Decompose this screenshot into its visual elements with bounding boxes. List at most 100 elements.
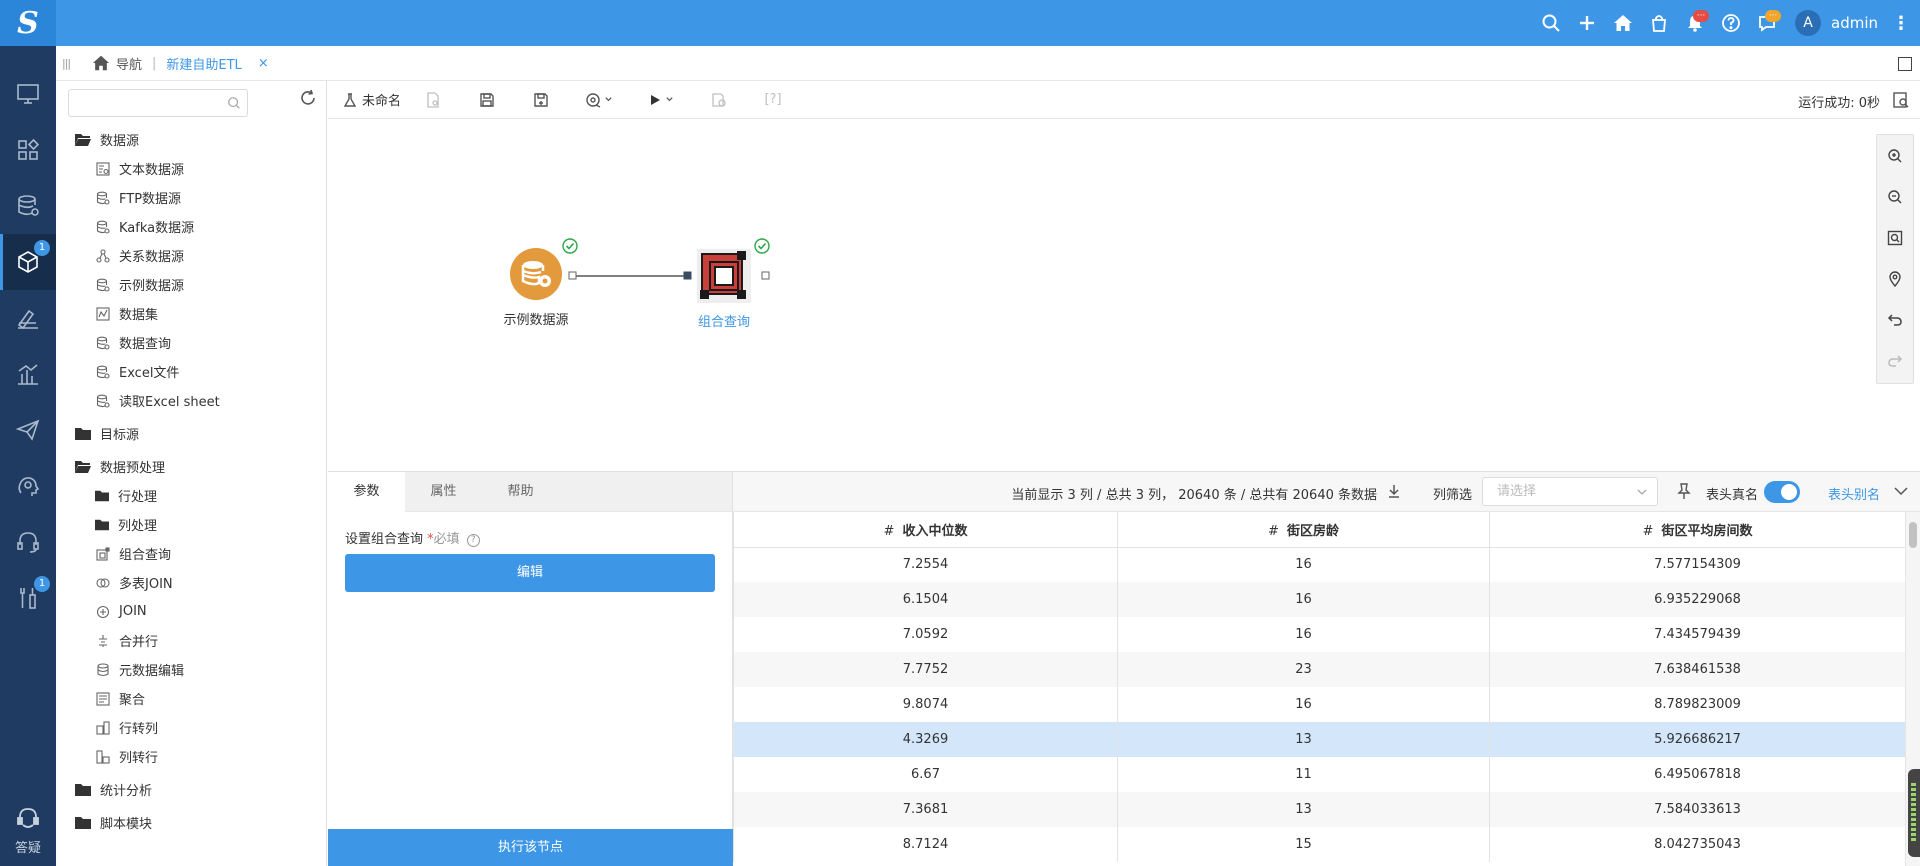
table-row[interactable]: 7.2554 16 7.577154309 xyxy=(733,547,1906,582)
tree-folder[interactable]: 统计分析 xyxy=(56,775,327,804)
pin-icon[interactable] xyxy=(1676,482,1692,500)
zoom-out-button[interactable] xyxy=(1877,176,1913,217)
question-circle-icon[interactable]: ? xyxy=(466,534,480,547)
tree-item[interactable]: JOIN xyxy=(56,597,327,626)
username[interactable]: admin xyxy=(1831,14,1878,32)
tree-item[interactable]: 多表JOIN xyxy=(56,568,327,597)
undo-button[interactable] xyxy=(1877,299,1913,340)
tree-item[interactable]: 元数据编辑 xyxy=(56,655,327,684)
tab-properties[interactable]: 属性 xyxy=(405,472,482,512)
tree-item[interactable]: 数据集 xyxy=(56,299,327,328)
tree-item[interactable]: 列处理 xyxy=(56,510,327,539)
tree-folder[interactable]: 脚本模块 xyxy=(56,808,327,837)
table-row[interactable]: 4.3269 13 5.926686217 xyxy=(733,722,1906,757)
plus-icon[interactable] xyxy=(1569,0,1605,46)
column-header[interactable]: # 街区平均房间数 xyxy=(1489,512,1906,548)
tree-search-input[interactable] xyxy=(69,90,219,116)
tree-item[interactable]: 行处理 xyxy=(56,481,327,510)
home-icon[interactable] xyxy=(1605,0,1641,46)
tree-item[interactable]: 行转列 xyxy=(56,713,327,742)
table-row[interactable]: 6.67 11 6.495067818 xyxy=(733,757,1906,792)
tree-item[interactable]: Kafka数据源 xyxy=(56,212,327,241)
help-icon[interactable] xyxy=(1713,0,1749,46)
headset-icon[interactable] xyxy=(0,514,56,570)
log-search-icon[interactable] xyxy=(1892,91,1910,109)
tree-item[interactable]: 读取Excel sheet xyxy=(56,386,327,415)
tree-item[interactable]: 聚合 xyxy=(56,684,327,713)
tree-item[interactable]: FTP数据源 xyxy=(56,183,327,212)
brain-search-icon[interactable] xyxy=(0,458,56,514)
table-row[interactable]: 6.1504 16 6.935229068 xyxy=(733,582,1906,617)
tree-item[interactable]: 示例数据源 xyxy=(56,270,327,299)
run-dropdown[interactable] xyxy=(643,86,679,114)
tree-item[interactable]: 关系数据源 xyxy=(56,241,327,270)
side-meter-widget[interactable] xyxy=(1908,769,1920,857)
header-name-toggle[interactable] xyxy=(1764,481,1800,503)
send-icon[interactable] xyxy=(0,402,56,458)
avatar[interactable]: A xyxy=(1795,10,1821,36)
column-header[interactable]: # 街区房龄 xyxy=(1117,512,1490,548)
help-bracket-button[interactable]: [?] xyxy=(759,86,787,114)
table-row[interactable]: 7.7752 23 7.638461538 xyxy=(733,652,1906,687)
table-row[interactable]: 9.8074 16 8.789823009 xyxy=(733,687,1906,722)
combine-success-check-icon xyxy=(754,238,770,254)
tree-item[interactable]: 列转行 xyxy=(56,742,327,771)
tools-icon[interactable]: 1 xyxy=(0,570,56,626)
chevron-down-icon[interactable] xyxy=(1892,482,1910,500)
scrollbar-thumb[interactable] xyxy=(1909,522,1917,548)
schedule-button[interactable] xyxy=(705,86,733,114)
bar-chart-icon[interactable] xyxy=(0,346,56,402)
node-combine-query[interactable]: 组合查询 xyxy=(686,247,762,330)
table-row[interactable]: 7.0592 16 7.434579439 xyxy=(733,617,1906,652)
tree-folder[interactable]: 数据源 xyxy=(56,125,327,154)
edit-button[interactable]: 编辑 xyxy=(345,554,715,592)
etl-cube-icon[interactable]: 1 xyxy=(0,234,56,290)
search-icon[interactable] xyxy=(1533,0,1569,46)
monitor-icon[interactable] xyxy=(0,66,56,122)
tree-item[interactable]: 合并行 xyxy=(56,626,327,655)
tree-folder[interactable]: 数据预处理 xyxy=(56,452,327,481)
widgets-icon[interactable] xyxy=(0,122,56,178)
help-desk[interactable]: 答疑 xyxy=(0,805,56,856)
bell-icon[interactable]: ··· xyxy=(1677,0,1713,46)
shop-bag-icon[interactable] xyxy=(1641,0,1677,46)
zoom-in-button[interactable] xyxy=(1877,135,1913,176)
search-icon[interactable] xyxy=(227,96,241,110)
table-row[interactable]: 7.3681 13 7.584033613 xyxy=(733,792,1906,827)
message-icon[interactable]: ··· xyxy=(1749,0,1785,46)
locate-button[interactable] xyxy=(1877,258,1913,299)
column-filter-placeholder: 请选择 xyxy=(1497,484,1537,499)
drag-handle-icon[interactable]: ||| xyxy=(62,57,76,70)
settings-dropdown[interactable] xyxy=(581,86,617,114)
flow-name[interactable]: 未命名 xyxy=(342,90,401,109)
breadcrumb-home[interactable]: 导航 xyxy=(92,54,142,73)
column-filter-select[interactable]: 请选择 xyxy=(1482,477,1658,506)
tree-item[interactable]: 组合查询 xyxy=(56,539,327,568)
redo-button[interactable] xyxy=(1877,340,1913,381)
run-node-button[interactable]: 执行该节点 xyxy=(328,829,733,866)
tab-params[interactable]: 参数 xyxy=(328,472,405,512)
properties-button[interactable] xyxy=(419,86,447,114)
refresh-icon[interactable] xyxy=(298,88,318,108)
download-icon[interactable] xyxy=(1386,483,1402,499)
save-button[interactable] xyxy=(473,86,501,114)
database-gear-icon[interactable] xyxy=(0,178,56,234)
save-as-button[interactable] xyxy=(527,86,555,114)
tree-item[interactable]: 数据查询 xyxy=(56,328,327,357)
tab-help[interactable]: 帮助 xyxy=(482,472,559,512)
node-sample-source[interactable]: 示例数据源 xyxy=(496,247,576,328)
app-logo[interactable]: S xyxy=(0,0,56,46)
column-header[interactable]: # 收入中位数 xyxy=(733,512,1118,548)
tree-folder[interactable]: 目标源 xyxy=(56,419,327,448)
fit-view-button[interactable] xyxy=(1877,217,1913,258)
more-vertical-icon[interactable]: ⋮ xyxy=(1892,13,1910,34)
flow-canvas[interactable]: 示例数据源 组合查询 xyxy=(328,119,1920,471)
maximize-icon[interactable] xyxy=(1898,57,1912,71)
draw-icon[interactable] xyxy=(0,290,56,346)
location-pin-icon xyxy=(1889,270,1901,287)
tree-item[interactable]: Excel文件 xyxy=(56,357,327,386)
table-row[interactable]: 8.7124 15 8.042735043 xyxy=(733,827,1906,862)
tab-new-etl[interactable]: 新建自助ETL xyxy=(166,54,241,73)
close-tab-icon[interactable]: × xyxy=(258,56,269,71)
tree-item[interactable]: 文本数据源 xyxy=(56,154,327,183)
